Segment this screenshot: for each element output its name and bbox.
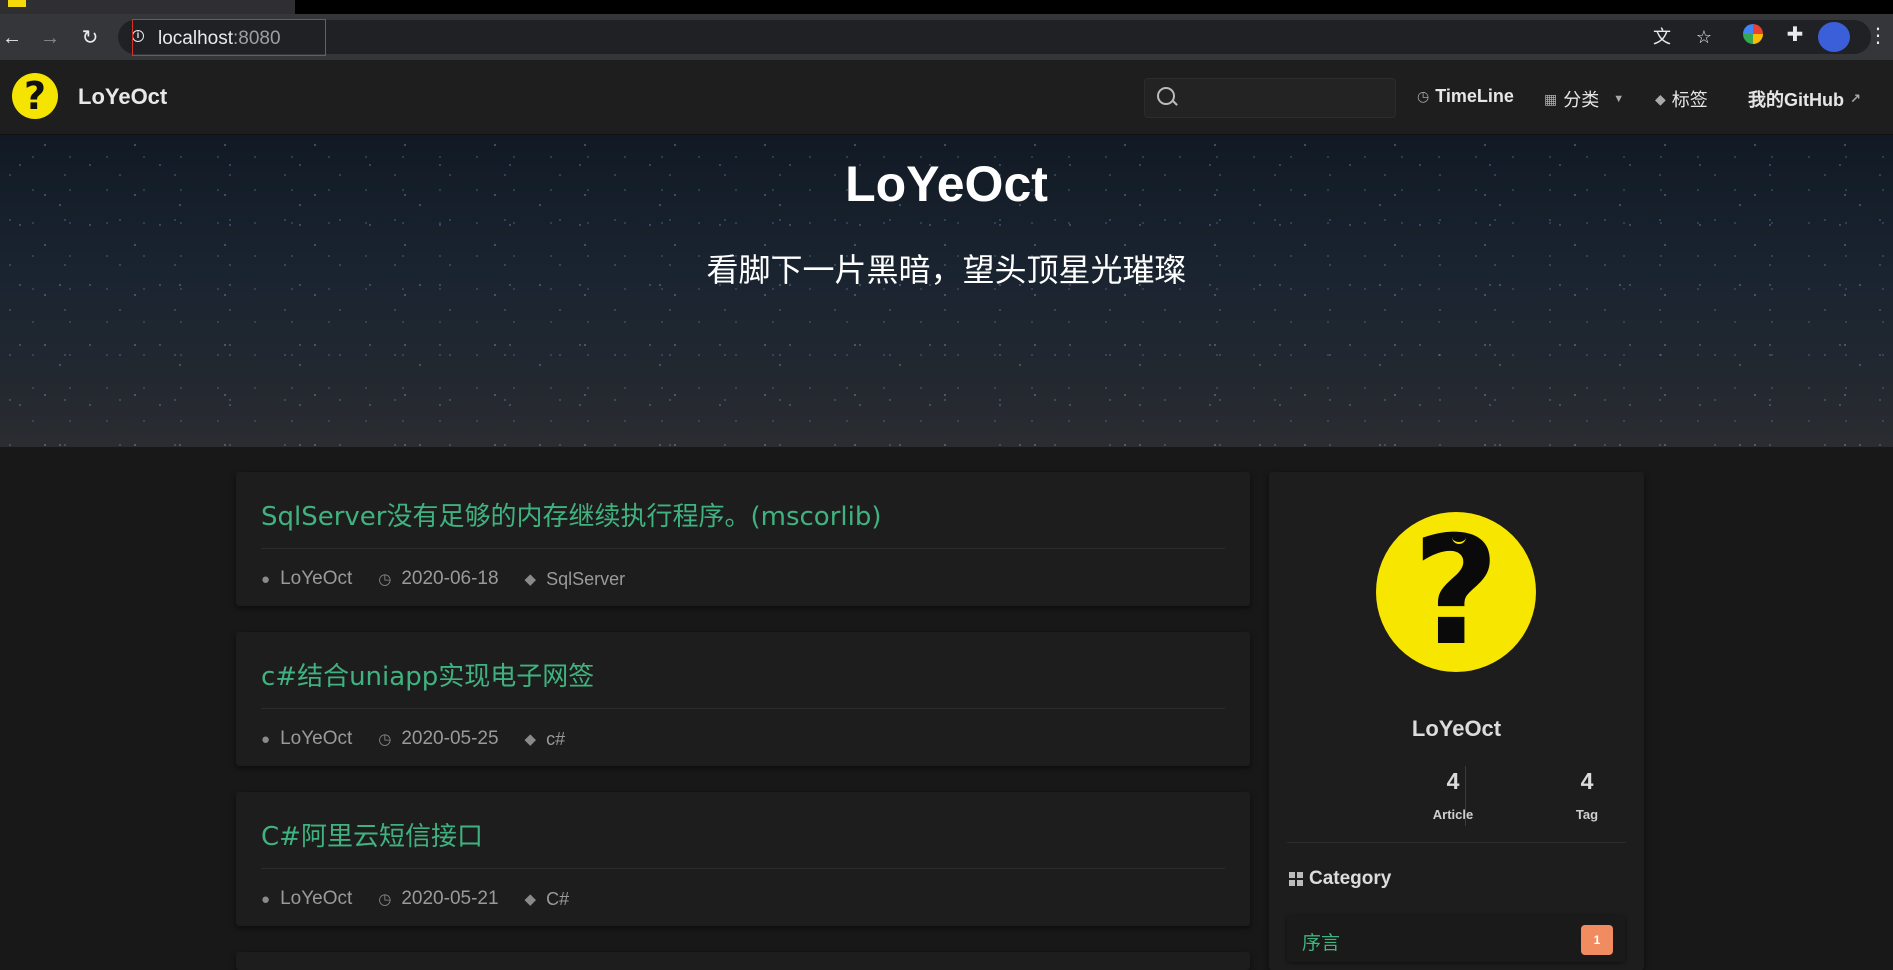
search-box[interactable]: [1144, 78, 1396, 118]
nav-tags[interactable]: ◆ 标签: [1655, 86, 1708, 112]
nav-category[interactable]: ▦ 分类 ▼: [1544, 86, 1624, 112]
site-brand[interactable]: LoYeOct: [78, 84, 167, 110]
profile-sidebar: ? LoYeOct 4 Article 4 Tag Category 序言 1: [1269, 472, 1644, 970]
post-meta: ● LoYeOct ◷ 2020-05-21 ◆ C#: [261, 888, 569, 910]
post-card: c#结合uniapp实现电子网签 ● LoYeOct ◷ 2020-05-25 …: [236, 632, 1250, 766]
nav-github-label: 我的GitHub: [1748, 90, 1844, 110]
post-title[interactable]: SqlServer没有足够的内存继续执行程序。(mscorlib): [261, 496, 882, 533]
grid-icon: [1289, 872, 1303, 886]
clock-icon: ◷: [1417, 88, 1430, 104]
category-heading-label: Category: [1309, 868, 1392, 889]
browser-menu-icon[interactable]: ⋮: [1868, 24, 1888, 48]
search-icon[interactable]: [1157, 87, 1175, 105]
nav-tags-label: 标签: [1671, 90, 1708, 110]
tag-icon: ◆: [524, 571, 537, 588]
user-icon: ●: [261, 890, 271, 908]
post-card: SqlServer没有足够的内存继续执行程序。(mscorlib) ● LoYe…: [236, 472, 1250, 606]
translate-icon[interactable]: 文: [1652, 27, 1672, 47]
external-link-icon: ↗: [1850, 91, 1861, 106]
user-icon: ●: [261, 730, 271, 748]
post-meta: ● LoYeOct ◷ 2020-06-18 ◆ SqlServer: [261, 568, 625, 590]
arrow-right-icon: →: [40, 27, 60, 49]
post-date: 2020-06-18: [401, 568, 499, 589]
tag-stat[interactable]: 4 Tag: [1527, 768, 1647, 822]
browser-tabstrip: [0, 0, 1893, 14]
post-author: LoYeOct: [280, 568, 353, 589]
article-count: 4: [1446, 768, 1460, 794]
post-date: 2020-05-25: [401, 728, 499, 749]
arrow-left-icon: ←: [2, 27, 22, 49]
nav-category-label: 分类: [1563, 90, 1600, 110]
back-button[interactable]: ←: [0, 26, 24, 50]
category-count-badge: 1: [1581, 925, 1613, 955]
post-tag[interactable]: c#: [546, 729, 565, 750]
nav-timeline-label: TimeLine: [1435, 86, 1514, 106]
extension-color-icon[interactable]: [1743, 24, 1763, 44]
hero-title: LoYeOct: [845, 156, 1048, 212]
browser-tab[interactable]: [0, 0, 295, 14]
stat-separator: [1465, 766, 1466, 826]
site-logo-icon[interactable]: ?: [12, 73, 58, 119]
profile-name: LoYeOct: [1411, 716, 1502, 741]
user-icon: ●: [261, 570, 271, 588]
article-stat[interactable]: 4 Article: [1393, 768, 1513, 822]
hero-subtitle: 看脚下一片黑暗，望头顶星光璀璨: [706, 251, 1187, 289]
tag-count: 4: [1580, 768, 1594, 794]
forward-button[interactable]: →: [38, 26, 62, 50]
caret-down-icon: ▼: [1613, 93, 1625, 105]
star-icon[interactable]: ☆: [1694, 27, 1714, 47]
hero-banner: LoYeOct 看脚下一片黑暗，望头顶星光璀璨: [0, 135, 1893, 447]
tab-favicon-icon: [8, 0, 26, 7]
post-title[interactable]: c#结合uniapp实现电子网签: [261, 656, 594, 693]
category-heading: Category: [1289, 868, 1391, 890]
nav-timeline[interactable]: ◷ TimeLine: [1417, 86, 1514, 107]
divider: [261, 868, 1225, 869]
tag-label: Tag: [1575, 807, 1599, 822]
address-bar[interactable]: i localhost:8080 文 ☆: [118, 20, 1871, 54]
category-label: 序言: [1302, 932, 1341, 954]
clock-icon: ◷: [378, 891, 392, 908]
post-author: LoYeOct: [280, 888, 353, 909]
site-navbar: ? LoYeOct ◷ TimeLine ▦ 分类 ▼ ◆ 标签 我的GitHu…: [0, 60, 1893, 135]
reload-button[interactable]: ↻: [78, 26, 102, 50]
post-card: [236, 952, 1250, 970]
post-author: LoYeOct: [280, 728, 353, 749]
divider: [261, 548, 1225, 549]
search-input[interactable]: [1185, 85, 1389, 113]
tag-icon: ◆: [1655, 90, 1666, 107]
profile-avatar-icon: ?: [1376, 512, 1536, 672]
grid-icon: ▦: [1544, 90, 1558, 107]
category-item[interactable]: 序言 1: [1287, 916, 1625, 962]
clock-icon: ◷: [378, 571, 392, 588]
article-label: Article: [1432, 807, 1474, 822]
profile-avatar[interactable]: [1818, 22, 1850, 52]
extensions-puzzle-icon[interactable]: ✚: [1784, 24, 1806, 46]
divider: [1287, 842, 1626, 843]
post-tag[interactable]: SqlServer: [546, 569, 625, 590]
divider: [261, 708, 1225, 709]
post-date: 2020-05-21: [401, 888, 499, 909]
post-card: C#阿里云短信接口 ● LoYeOct ◷ 2020-05-21 ◆ C#: [236, 792, 1250, 926]
nav-github[interactable]: 我的GitHub ↗: [1748, 86, 1861, 112]
tag-icon: ◆: [524, 731, 537, 748]
post-meta: ● LoYeOct ◷ 2020-05-25 ◆ c#: [261, 728, 565, 750]
post-tag[interactable]: C#: [546, 889, 569, 910]
tag-icon: ◆: [524, 891, 537, 908]
post-title[interactable]: C#阿里云短信接口: [261, 816, 483, 853]
url-highlight-box: [132, 19, 326, 56]
clock-icon: ◷: [378, 731, 392, 748]
reload-icon: ↻: [81, 27, 99, 49]
